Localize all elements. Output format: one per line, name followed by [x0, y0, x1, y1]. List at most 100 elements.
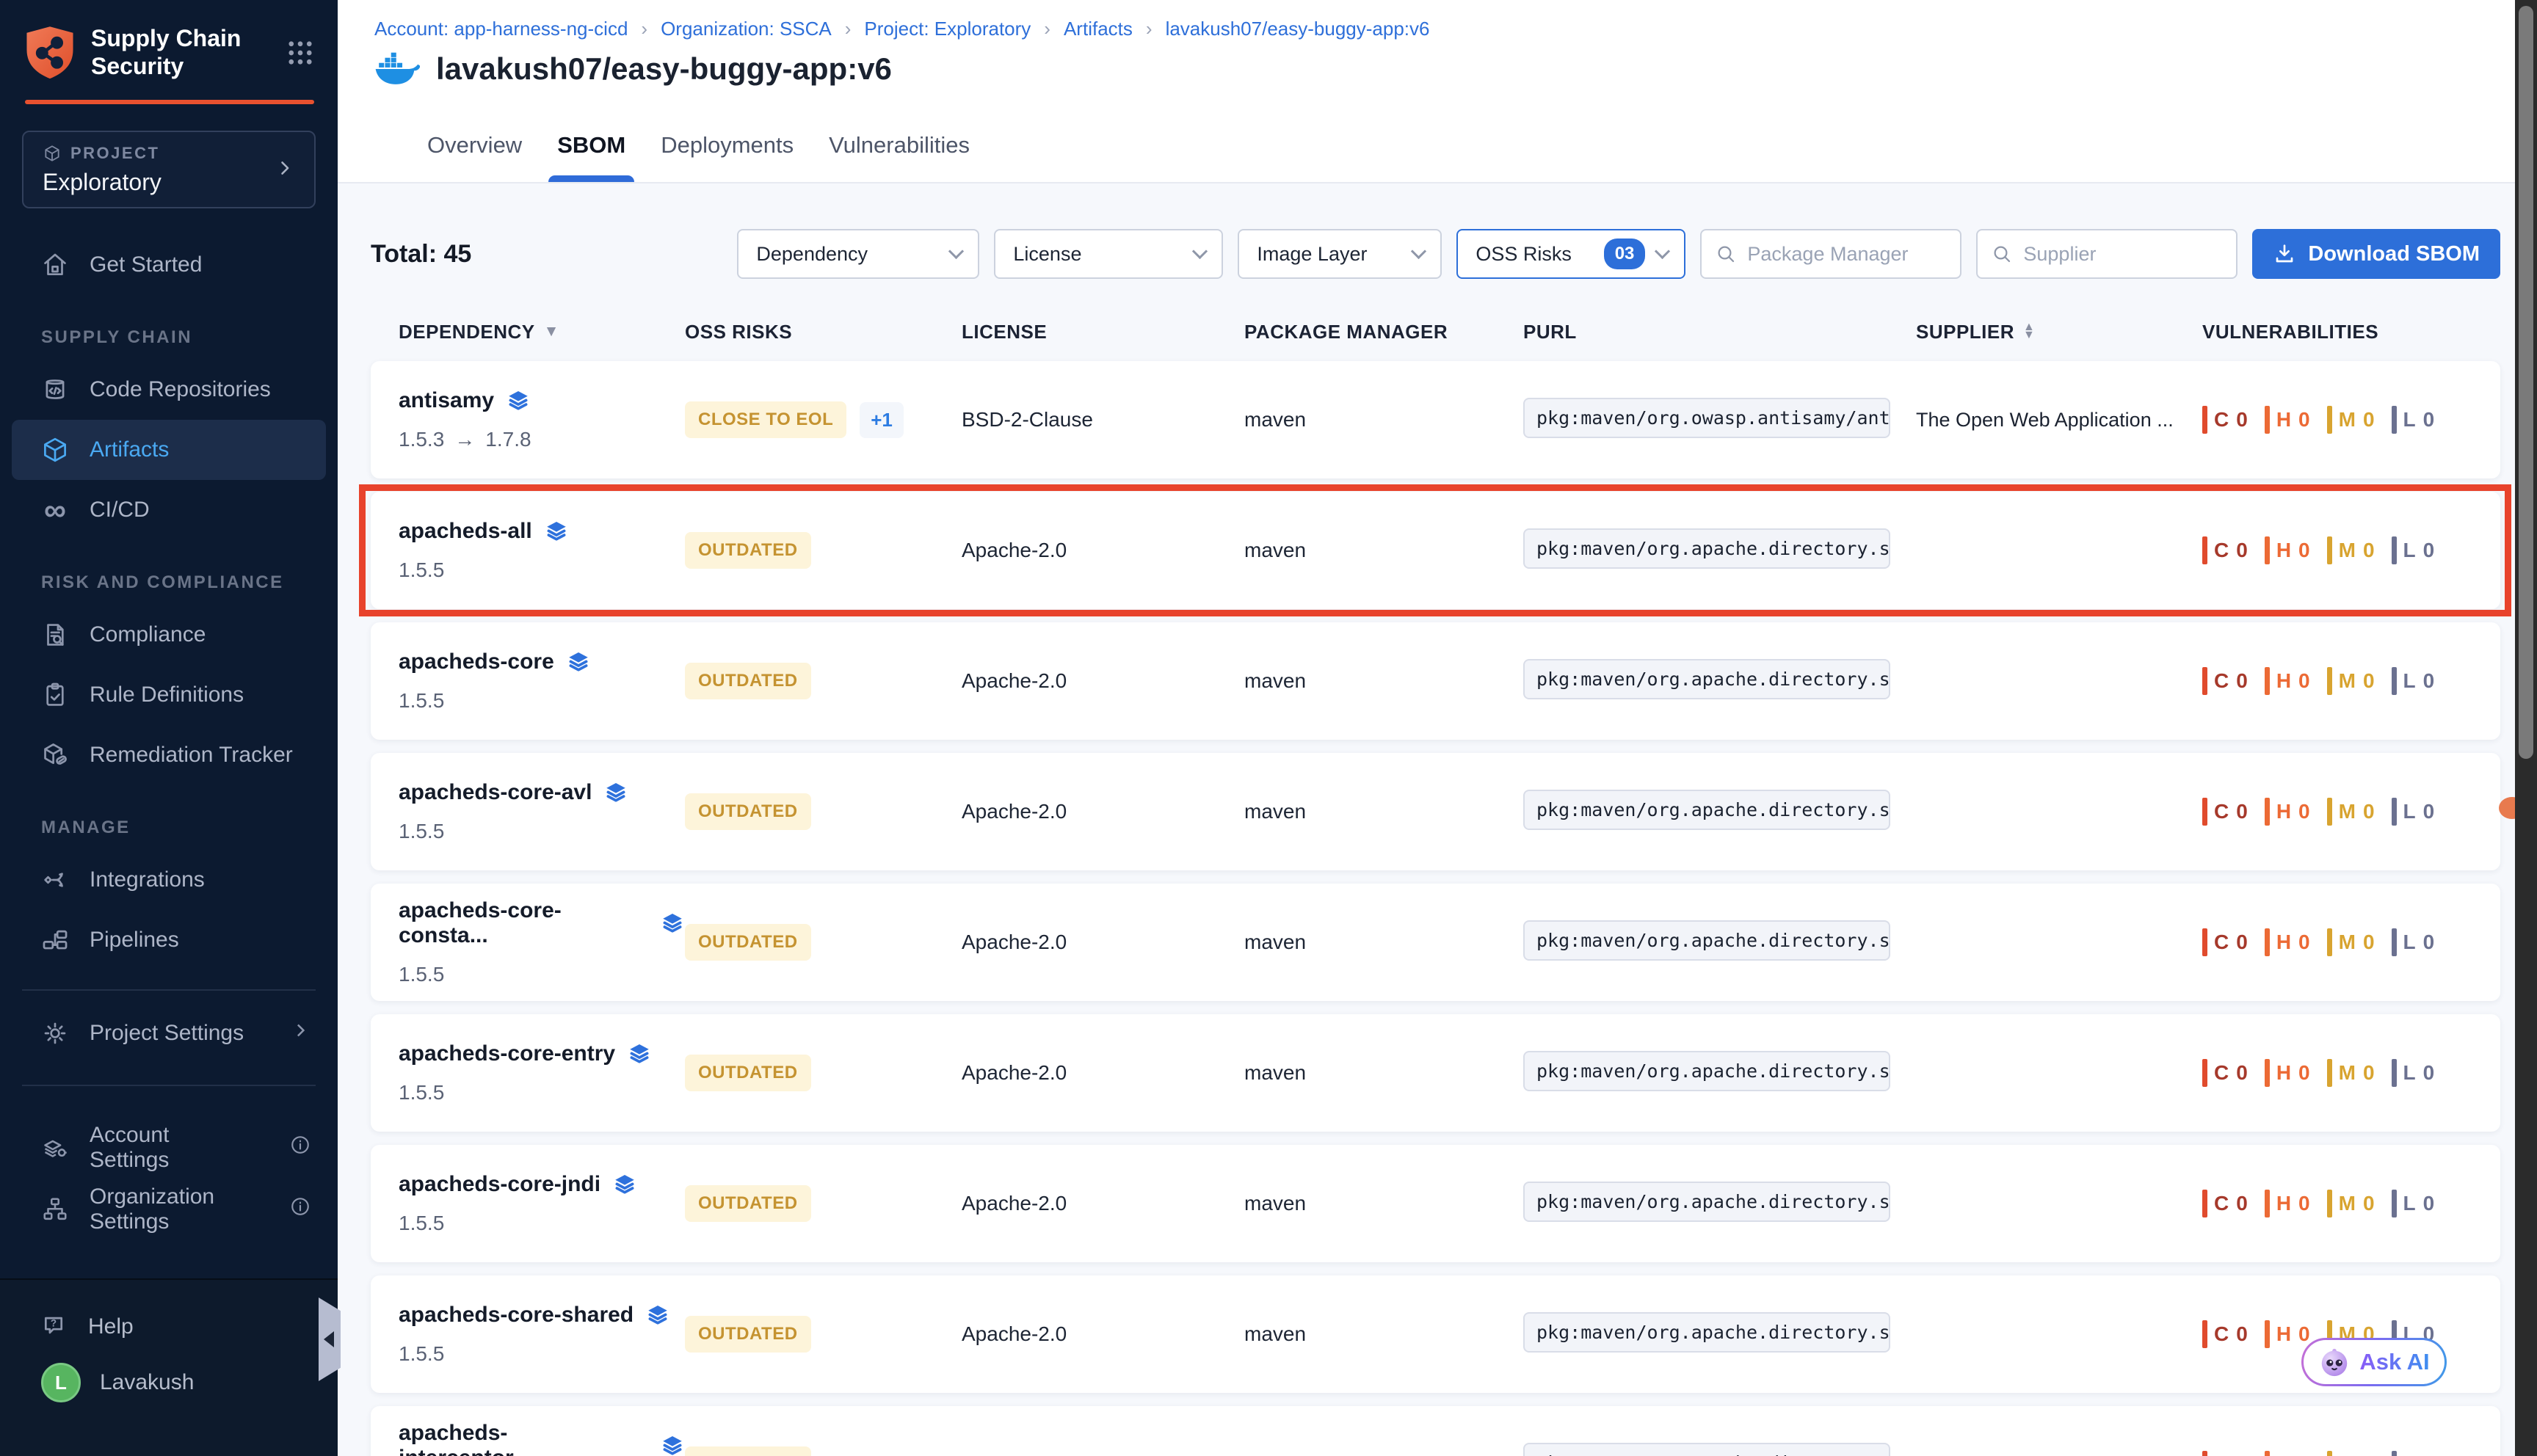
vuln-critical-count: C0 [2202, 667, 2249, 695]
dependency-cell: apacheds-all 1.5.5 → [399, 519, 685, 582]
table-row-apacheds-interceptor-[interactable]: apacheds-interceptor-... 1.5.5 → OUTDATE… [371, 1406, 2500, 1456]
risk-badge[interactable]: OUTDATED [685, 1055, 811, 1091]
nav-section-title: SUPPLY CHAIN [0, 327, 338, 348]
purl-pill[interactable]: pkg:maven/org.apache.directory.s… [1523, 1182, 1890, 1222]
risk-badge[interactable]: OUTDATED [685, 924, 811, 961]
code-repositories-icon [41, 376, 69, 404]
vuln-medium-count: M0 [2327, 667, 2376, 695]
dependency-cell: apacheds-core 1.5.5 → [399, 649, 685, 713]
sidebar-item-compliance[interactable]: Compliance [12, 605, 326, 665]
sidebar-item-integrations[interactable]: Integrations [12, 850, 326, 910]
purl-pill[interactable]: pkg:maven/org.apache.directory.s… [1523, 920, 1890, 961]
sidebar-item-code-repositories[interactable]: Code Repositories [12, 360, 326, 420]
breadcrumb-link[interactable]: Artifacts [1064, 18, 1133, 40]
risk-badge[interactable]: OUTDATED [685, 1316, 811, 1353]
layers-gear-icon [41, 1134, 69, 1162]
license-filter[interactable]: License [994, 229, 1223, 279]
tab-deployments[interactable]: Deployments [661, 132, 794, 182]
sidebar-item-organization-settings[interactable]: Organization Settings [12, 1179, 326, 1240]
download-sbom-button[interactable]: Download SBOM [2252, 229, 2500, 279]
sidebar-collapse-handle[interactable] [319, 1297, 341, 1381]
vuln-critical-count: C0 [2202, 1059, 2249, 1087]
tab-overview[interactable]: Overview [427, 132, 522, 182]
purl-pill[interactable]: pkg:maven/org.owasp.antisamy/ant… [1523, 398, 1890, 438]
sidebar-item-cicd[interactable]: ∞CI/CD [12, 480, 326, 540]
layers-icon [506, 388, 531, 413]
project-selector[interactable]: PROJECT Exploratory [22, 131, 316, 208]
column-header-supplier[interactable]: SUPPLIER▲▼ [1916, 321, 2202, 343]
breadcrumb-link[interactable]: Account: app-harness-ng-cicd [374, 18, 628, 40]
purl-pill[interactable]: pkg:maven/org.apache.directory.s… [1523, 1051, 1890, 1091]
oss-risks-filter[interactable]: OSS Risks 03 [1456, 229, 1685, 279]
sidebar-item-account-settings[interactable]: Account Settings [12, 1117, 326, 1179]
scrollbar-thumb[interactable] [2519, 6, 2533, 759]
sidebar-item-project-settings[interactable]: Project Settings [12, 1002, 326, 1064]
layers-icon [660, 1433, 685, 1456]
main-area: Account: app-harness-ng-cicd › Organizatio… [338, 0, 2537, 1456]
module-grid-icon[interactable] [285, 37, 316, 68]
license-cell: Apache-2.0 [962, 1453, 1244, 1456]
remediation-tracker-icon [41, 741, 69, 769]
purl-pill[interactable]: pkg:maven/org.apache.directory.s… [1523, 1443, 1890, 1456]
vuln-high-count: H0 [2265, 406, 2311, 434]
purl-cell: pkg:maven/org.apache.directory.s… [1523, 1312, 1916, 1356]
tab-sbom[interactable]: SBOM [557, 132, 625, 182]
table-row-apacheds-all[interactable]: apacheds-all 1.5.5 → OUTDATED Apache-2.0… [371, 492, 2500, 609]
vuln-high-count: H0 [2265, 1451, 2311, 1456]
purl-pill[interactable]: pkg:maven/org.apache.directory.s… [1523, 790, 1890, 830]
more-risks-badge[interactable]: +1 [860, 402, 904, 438]
vuln-high-count: H0 [2265, 1059, 2311, 1087]
table-row-apacheds-core[interactable]: apacheds-core 1.5.5 → OUTDATED Apache-2.… [371, 622, 2500, 740]
column-header-dependency[interactable]: DEPENDENCY▼ [399, 321, 685, 343]
purl-cell: pkg:maven/org.apache.directory.s… [1523, 1051, 1916, 1095]
search-icon [1715, 243, 1737, 265]
vuln-high-count: H0 [2265, 536, 2311, 564]
page-title: lavakush07/easy-buggy-app:v6 [436, 51, 892, 87]
package-manager-cell: maven [1244, 800, 1523, 823]
sidebar-item-get-started[interactable]: Get Started [12, 235, 326, 295]
ask-ai-button[interactable]: Ask AI [2301, 1338, 2447, 1386]
supplier-input[interactable] [2023, 243, 2223, 266]
sidebar: Supply ChainSecurity PROJECT Exploratory… [0, 0, 338, 1456]
sidebar-item-remediation-tracker[interactable]: Remediation Tracker [12, 725, 326, 785]
oss-risks-cell: OUTDATED [685, 1316, 962, 1353]
table-row-antisamy[interactable]: antisamy 1.5.3 → 1.7.8 CLOSE TO EOL+1 BS… [371, 361, 2500, 478]
tab-vulnerabilities[interactable]: Vulnerabilities [829, 132, 970, 182]
purl-pill[interactable]: pkg:maven/org.apache.directory.s… [1523, 528, 1890, 569]
table-row-apacheds-core-consta[interactable]: apacheds-core-consta... 1.5.5 → OUTDATED… [371, 884, 2500, 1001]
sidebar-item-artifacts[interactable]: Artifacts [12, 420, 326, 480]
dependency-cell: apacheds-core-shared 1.5.5 → [399, 1303, 685, 1366]
sidebar-item-pipelines[interactable]: Pipelines [12, 910, 326, 970]
table-row-apacheds-core-shared[interactable]: apacheds-core-shared 1.5.5 → OUTDATED Ap… [371, 1275, 2500, 1393]
risk-badge[interactable]: OUTDATED [685, 532, 811, 569]
breadcrumb-link[interactable]: lavakush07/easy-buggy-app:v6 [1166, 18, 1430, 40]
risk-badge[interactable]: OUTDATED [685, 1446, 811, 1456]
vulnerabilities-cell: C0H0M0L0 [2202, 798, 2500, 826]
vuln-medium-count: M0 [2327, 928, 2376, 956]
table-row-apacheds-core-entry[interactable]: apacheds-core-entry 1.5.5 → OUTDATED Apa… [371, 1014, 2500, 1132]
breadcrumb-separator: › [1044, 18, 1050, 40]
vulnerabilities-cell: C0H0M0L0 [2202, 1059, 2500, 1087]
sidebar-item-rule-definitions[interactable]: Rule Definitions [12, 665, 326, 725]
user-menu[interactable]: L Lavakush [0, 1355, 338, 1410]
vuln-low-count: L0 [2392, 798, 2436, 826]
breadcrumb-link[interactable]: Organization: SSCA [661, 18, 832, 40]
sidebar-item-label: Artifacts [90, 437, 169, 462]
purl-pill[interactable]: pkg:maven/org.apache.directory.s… [1523, 659, 1890, 699]
help-button[interactable]: ? Help [0, 1299, 338, 1355]
image-layer-filter[interactable]: Image Layer [1238, 229, 1442, 279]
purl-pill[interactable]: pkg:maven/org.apache.directory.s… [1523, 1312, 1890, 1353]
dependency-filter[interactable]: Dependency [737, 229, 979, 279]
table-row-apacheds-core-jndi[interactable]: apacheds-core-jndi 1.5.5 → OUTDATED Apac… [371, 1145, 2500, 1262]
sidebar-item-label: Get Started [90, 252, 202, 277]
breadcrumb-separator: › [845, 18, 852, 40]
breadcrumb-link[interactable]: Project: Exploratory [864, 18, 1031, 40]
table-row-apacheds-core-avl[interactable]: apacheds-core-avl 1.5.5 → OUTDATED Apach… [371, 753, 2500, 870]
risk-badge[interactable]: OUTDATED [685, 793, 811, 830]
risk-badge[interactable]: CLOSE TO EOL [685, 401, 846, 438]
risk-badge[interactable]: OUTDATED [685, 663, 811, 699]
package-manager-input[interactable] [1747, 243, 1947, 266]
sidebar-divider [22, 1085, 316, 1086]
risk-badge[interactable]: OUTDATED [685, 1185, 811, 1222]
layers-icon [566, 649, 591, 674]
